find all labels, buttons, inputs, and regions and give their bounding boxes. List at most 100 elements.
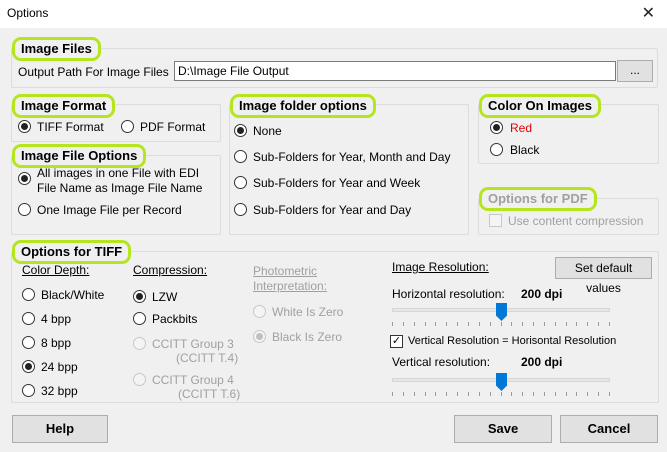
image-format-legend: Image Format	[12, 94, 116, 118]
image-file-options-legend: Image File Options	[12, 144, 147, 168]
compression-lzw-radio[interactable]	[133, 290, 146, 303]
one-file-per-record-radio[interactable]	[18, 203, 31, 216]
all-images-one-file-label-line2: File Name as Image File Name	[37, 181, 203, 195]
vertical-equals-horizontal-label: Vertical Resolution = Horisontal Resolut…	[408, 335, 617, 347]
slider-tick	[566, 392, 567, 396]
black-is-zero-label: Black Is Zero	[272, 330, 343, 344]
compression-g4-radio[interactable]	[133, 373, 146, 386]
folder-yw-radio[interactable]	[234, 176, 247, 189]
slider-tick	[446, 322, 447, 326]
compression-packbits-radio[interactable]	[133, 312, 146, 325]
black-is-zero-radio[interactable]	[253, 330, 266, 343]
photometric-label-line2: Interpretation:	[253, 279, 328, 293]
slider-tick	[522, 322, 523, 326]
slider-tick	[555, 392, 556, 396]
image-resolution-label: Image Resolution:	[392, 260, 489, 274]
slider-tick	[566, 322, 567, 326]
slider-tick	[479, 322, 480, 326]
color-on-images-legend: Color On Images	[479, 94, 602, 118]
depth-bw-label: Black/White	[41, 288, 105, 302]
slider-tick	[414, 392, 415, 396]
slider-tick	[544, 322, 545, 326]
folder-yd-radio[interactable]	[234, 203, 247, 216]
photometric-label-line1: Photometric	[253, 264, 318, 278]
vertical-slider-thumb[interactable]	[496, 373, 507, 391]
depth-bw-radio[interactable]	[22, 288, 35, 301]
vertical-equals-horizontal-checkbox[interactable]: ✓	[390, 335, 403, 348]
slider-tick	[403, 392, 404, 396]
compression-g3-radio[interactable]	[133, 337, 146, 350]
slider-tick	[414, 322, 415, 326]
slider-tick	[490, 392, 491, 396]
color-black-label: Black	[510, 143, 540, 157]
slider-tick	[533, 392, 534, 396]
depth-32bpp-radio[interactable]	[22, 384, 35, 397]
slider-tick	[468, 322, 469, 326]
compression-packbits-label: Packbits	[152, 312, 198, 326]
compression-lzw-label: LZW	[152, 290, 178, 304]
vertical-resolution-value: 200 dpi	[521, 355, 563, 369]
help-button[interactable]: Help	[12, 415, 108, 443]
horizontal-slider-thumb[interactable]	[496, 303, 507, 321]
image-files-legend: Image Files	[12, 37, 101, 61]
depth-4bpp-radio[interactable]	[22, 312, 35, 325]
use-compression-checkbox[interactable]	[489, 214, 502, 227]
white-is-zero-label: White Is Zero	[272, 305, 344, 319]
all-images-one-file-label-line1: All images in one File with EDI	[37, 166, 200, 180]
color-black-radio[interactable]	[490, 143, 503, 156]
compression-label: Compression:	[133, 263, 208, 277]
folder-yw-label: Sub-Folders for Year and Week	[253, 176, 421, 190]
depth-24bpp-radio[interactable]	[22, 360, 35, 373]
tiff-options-legend: Options for TIFF	[12, 240, 132, 264]
slider-tick	[533, 322, 534, 326]
folder-yd-label: Sub-Folders for Year and Day	[253, 203, 412, 217]
color-red-radio[interactable]	[490, 121, 503, 134]
vertical-resolution-label: Vertical resolution:	[392, 355, 491, 369]
pdf-options-legend: Options for PDF	[479, 187, 597, 211]
folder-none-radio[interactable]	[234, 124, 247, 137]
all-images-one-file-radio[interactable]	[18, 172, 31, 185]
color-red-label: Red	[510, 121, 533, 135]
folder-ymd-label: Sub-Folders for Year, Month and Day	[253, 150, 451, 164]
set-default-values-button[interactable]: Set default values	[555, 257, 652, 295]
close-icon[interactable]: ✕	[642, 3, 655, 23]
slider-tick	[457, 322, 458, 326]
cancel-button[interactable]: Cancel	[560, 415, 658, 443]
compression-g4-label-line2: (CCITT T.6)	[178, 387, 241, 401]
depth-8bpp-radio[interactable]	[22, 336, 35, 349]
slider-tick	[425, 322, 426, 326]
slider-tick	[511, 322, 512, 326]
pdf-format-radio[interactable]	[121, 120, 134, 133]
window-title: Options	[7, 6, 49, 20]
browse-button[interactable]: ...	[617, 60, 653, 82]
slider-tick	[457, 392, 458, 396]
slider-tick	[587, 322, 588, 326]
slider-tick	[392, 392, 393, 396]
output-path-label: Output Path For Image Files	[18, 65, 169, 79]
horizontal-resolution-value: 200 dpi	[521, 287, 563, 301]
slider-tick	[435, 392, 436, 396]
white-is-zero-radio[interactable]	[253, 305, 266, 318]
slider-tick	[403, 322, 404, 326]
compression-g4-label-line1: CCITT Group 4	[152, 373, 234, 387]
pdf-format-label: PDF Format	[140, 120, 206, 134]
use-compression-label: Use content compression	[508, 214, 644, 228]
slider-tick	[446, 392, 447, 396]
slider-tick	[511, 392, 512, 396]
slider-tick	[609, 392, 610, 396]
slider-tick	[598, 392, 599, 396]
tiff-format-label: TIFF Format	[37, 120, 104, 134]
folder-ymd-radio[interactable]	[234, 150, 247, 163]
horizontal-resolution-label: Horizontal resolution:	[392, 287, 505, 301]
slider-tick	[576, 322, 577, 326]
slider-tick	[468, 392, 469, 396]
vertical-resolution-slider[interactable]	[392, 372, 610, 398]
slider-tick	[435, 322, 436, 326]
tiff-format-radio[interactable]	[18, 120, 31, 133]
depth-8bpp-label: 8 bpp	[41, 336, 72, 350]
save-button[interactable]: Save	[454, 415, 552, 443]
horizontal-resolution-slider[interactable]	[392, 302, 610, 328]
slider-tick	[425, 392, 426, 396]
output-path-input[interactable]: D:\Image File Output	[174, 61, 616, 81]
slider-tick	[522, 392, 523, 396]
